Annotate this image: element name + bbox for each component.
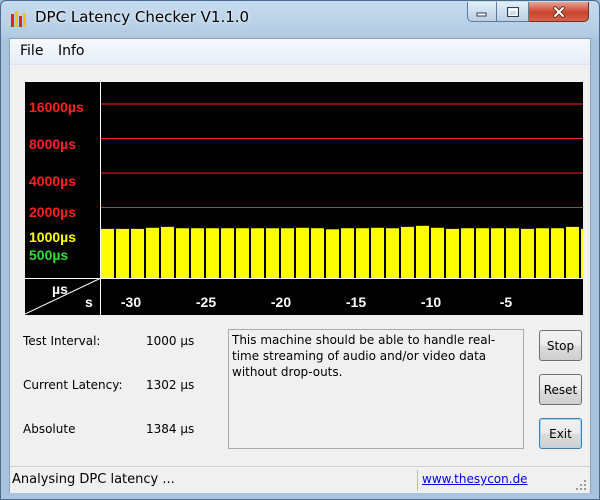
title-bar[interactable]: DPC Latency Checker V1.1.0 — [1, 1, 599, 37]
latency-bar — [116, 228, 129, 278]
window-title: DPC Latency Checker V1.1.0 — [35, 8, 250, 26]
y-tick-label: 500µs — [29, 247, 68, 263]
x-tick-label: -20 — [271, 294, 291, 310]
latency-bar — [206, 228, 219, 278]
latency-bar — [281, 228, 294, 278]
status-text: Analysing DPC latency ... — [12, 472, 175, 487]
latency-bar — [536, 228, 549, 278]
y-tick-label: 8000µs — [29, 136, 76, 152]
latency-bar — [386, 228, 399, 278]
latency-bar — [101, 228, 114, 278]
latency-graph: 16000µs 8000µs 4000µs 2000µs 1000µs 500µs µs s -… — [25, 82, 583, 315]
latency-bar — [221, 228, 234, 278]
latency-bar — [416, 225, 429, 278]
stop-button[interactable]: Stop — [539, 330, 582, 361]
exit-button[interactable]: Exit — [539, 418, 582, 449]
latency-bar — [491, 228, 504, 278]
latency-bar — [446, 228, 459, 278]
maximize-icon — [506, 6, 519, 17]
maximize-button[interactable] — [497, 2, 529, 22]
test-interval-value: 1000 µs — [146, 334, 195, 348]
x-tick-label: -10 — [421, 294, 441, 310]
menu-info-label: Info — [58, 43, 85, 59]
app-window: DPC Latency Checker V1.1.0 File Info 160 — [0, 0, 600, 500]
x-unit-label: s — [85, 294, 93, 310]
resize-grip-icon[interactable] — [575, 479, 587, 491]
minimize-icon — [476, 12, 487, 16]
latency-bar — [311, 228, 324, 278]
y-tick-label: 16000µs — [29, 99, 84, 115]
latency-bar — [146, 227, 159, 278]
latency-bar — [581, 228, 583, 278]
latency-bar — [401, 226, 414, 278]
website-link[interactable]: www.thesycon.de — [422, 472, 528, 486]
latency-bar — [431, 227, 444, 278]
latency-bar — [461, 228, 474, 278]
test-interval-label: Test Interval: — [23, 334, 101, 348]
latency-bar — [266, 228, 279, 278]
latency-bar — [551, 228, 564, 278]
y-tick-label: 2000µs — [29, 204, 76, 220]
x-tick-label: -30 — [121, 294, 141, 310]
latency-bar — [191, 228, 204, 278]
latency-bar — [476, 228, 489, 278]
x-tick-label: -15 — [346, 294, 366, 310]
absolute-value: 1384 µs — [146, 422, 195, 436]
menu-file-label: File — [20, 43, 44, 59]
latency-bar — [506, 228, 519, 278]
latency-bar — [131, 228, 144, 278]
menu-info[interactable]: Info — [58, 43, 85, 59]
latency-bar — [371, 227, 384, 278]
x-tick-label: -25 — [196, 294, 216, 310]
x-tick-label: -5 — [500, 294, 513, 310]
absolute-label: Absolute — [23, 422, 76, 436]
current-latency-label: Current Latency: — [23, 378, 123, 392]
latency-bar — [296, 227, 309, 278]
latency-bar — [326, 229, 339, 278]
latency-bar — [341, 228, 354, 278]
client-area: File Info 16000µs 8000µs 4000µs 2000µs 1000µ… — [9, 38, 591, 493]
status-bar: Analysing DPC latency ... www.thesycon.d… — [10, 466, 590, 493]
latency-bar — [566, 226, 579, 278]
latency-bar — [521, 228, 534, 278]
result-message: This machine should be able to handle re… — [228, 329, 524, 449]
status-divider — [417, 470, 418, 491]
current-latency-value: 1302 µs — [146, 378, 195, 392]
graph-background — [25, 82, 583, 315]
reset-button[interactable]: Reset — [539, 374, 582, 405]
app-icon — [11, 11, 26, 27]
y-tick-label: 4000µs — [29, 173, 76, 189]
latency-bar — [176, 228, 189, 278]
minimize-button[interactable] — [467, 2, 497, 22]
y-tick-label: 1000µs — [29, 229, 76, 245]
latency-bar — [161, 226, 174, 278]
close-button[interactable] — [529, 2, 589, 22]
latency-bar — [356, 228, 369, 278]
menu-file[interactable]: File — [20, 43, 43, 59]
latency-bar — [251, 228, 264, 278]
y-unit-label: µs — [52, 281, 68, 297]
menu-bar: File Info — [10, 39, 590, 65]
latency-bar — [236, 228, 249, 278]
close-icon — [552, 5, 565, 18]
